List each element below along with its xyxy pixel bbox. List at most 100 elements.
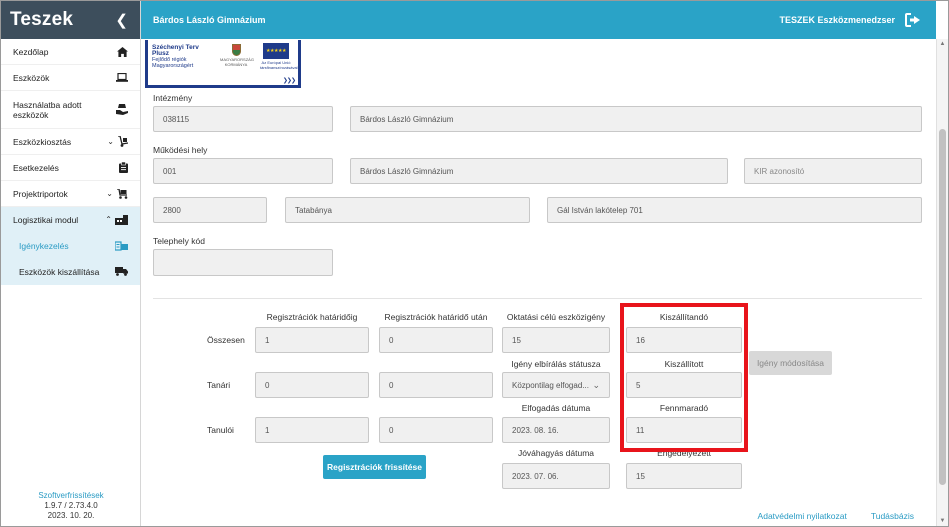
city-field: Tatabánya (285, 197, 530, 223)
street-value: Gál István lakótelep 701 (557, 205, 643, 215)
jovahagyas-datum-label: Jóváhagyás dátuma (517, 448, 595, 458)
intezmeny-code-field: 038115 (153, 106, 333, 132)
sidebar-item-label: Igénykezelés (19, 240, 69, 251)
kiszallitando-value: 16 (636, 335, 645, 345)
warehouse-icon (115, 214, 128, 225)
chevron-left-icon[interactable]: ❮ (115, 11, 128, 29)
tanuloi-hatarido-utan-value: 0 (389, 425, 394, 435)
chevron-down-icon: ⌄ (106, 189, 113, 198)
osszesen-hatarido-utan-value: 0 (389, 335, 394, 345)
kiszallitott-value: 5 (636, 380, 641, 390)
row-label-tanuloi: Tanulói (207, 425, 234, 435)
elfogadas-datum-field: 2023. 08. 16. (502, 417, 610, 443)
vertical-scrollbar[interactable]: ▲ ▼ (936, 39, 948, 526)
osszesen-hataridoig-value: 1 (265, 335, 270, 345)
telephely-kod-field (153, 249, 333, 276)
osszesen-hataridoig-field: 1 (255, 327, 369, 353)
engedelyezett-field: 15 (626, 463, 742, 489)
tanari-hatarido-utan-value: 0 (389, 380, 394, 390)
intezmeny-label: Intézmény (153, 93, 193, 103)
sidebar-item-hasznalatba-adott[interactable]: Használatba adott eszközök (1, 91, 140, 129)
sidebar-item-label: Eszközök kiszállítása (19, 266, 100, 277)
street-field: Gál István lakótelep 701 (547, 197, 922, 223)
tanari-hataridoig-field: 0 (255, 372, 369, 398)
privacy-link[interactable]: Adatvédelmi nyilatkozat (758, 511, 847, 521)
tanuloi-hatarido-utan-field: 0 (379, 417, 493, 443)
main-content: Széchenyi Terv Plusz Fejlődő régiók Magy… (141, 39, 936, 526)
sidebar-item-label: Használatba adott eszközök (13, 99, 82, 120)
engedelyezett-value: 15 (636, 471, 645, 481)
sidebar-item-label: Eszközkiosztás (13, 136, 72, 147)
system-name: TESZEK Eszközmenedzser (779, 15, 895, 25)
mukodesi-hely-label: Működési hely (153, 145, 208, 155)
eu-flag-icon: ★★★★★ (263, 43, 289, 59)
zip-value: 2800 (163, 205, 181, 215)
sidebar-item-eszkozok-kiszallitasa[interactable]: Eszközök kiszállítása (1, 259, 140, 285)
kiszallitott-field: 5 (626, 372, 742, 398)
zip-field: 2800 (153, 197, 267, 223)
igeny-statusz-select[interactable]: Központilag elfogad... ⌄ (502, 372, 610, 398)
row-label-osszesen: Összesen (207, 335, 245, 345)
mukodesi-hely-code-value: 001 (163, 166, 177, 176)
igeny-statusz-value: Központilag elfogad... (512, 380, 589, 390)
refresh-registrations-button[interactable]: Regisztrációk frissítése (323, 455, 426, 479)
brand-bar: Teszek ❮ (1, 1, 140, 39)
mukodesi-hely-name-value: Bárdos László Gimnázium (360, 166, 454, 176)
city-value: Tatabánya (295, 205, 332, 215)
version-text: 1.9.7 / 2.73.4.0 (44, 501, 98, 510)
szechenyi-logo-subtitle: Fejlődő régiók Magyarországért (152, 57, 194, 69)
eu-logo-text: Az Európai Unió társfinanszírozásával (260, 60, 298, 70)
sidebar-footer: Szoftverfrissítések 1.9.7 / 2.73.4.0 202… (1, 491, 141, 521)
intezmeny-name-field: Bárdos László Gimnázium (350, 106, 922, 132)
funding-logo-banner: Széchenyi Terv Plusz Fejlődő régiók Magy… (145, 40, 301, 88)
sidebar-item-label: Esetkezelés (13, 162, 59, 173)
jovahagyas-datum-field: 2023. 07. 06. (502, 463, 610, 489)
knowledge-base-link[interactable]: Tudásbázis (871, 511, 914, 521)
scroll-thumb[interactable] (939, 129, 946, 485)
government-logo: MAGYARORSZÁG KORMÁNYA (220, 44, 254, 67)
szechenyi-logo-title: Széchenyi Terv Plusz (152, 44, 199, 57)
eu-logo: ★★★★★ Az Európai Unió társfinanszírozásá… (260, 43, 298, 70)
dolly-icon (118, 136, 128, 147)
brand-name: Teszek (10, 9, 74, 30)
crest-icon (231, 44, 241, 56)
home-icon (117, 46, 128, 57)
sidebar-item-esetkezeles[interactable]: Esetkezelés (1, 155, 140, 181)
osszesen-hatarido-utan-field: 0 (379, 327, 493, 353)
elfogadas-datum-label: Elfogadás dátuma (521, 403, 591, 413)
intezmeny-code-value: 038115 (163, 114, 190, 124)
col-header-oktatasi-eszkozigeny: Oktatási célú eszközigény (506, 312, 606, 322)
scroll-down-icon[interactable]: ▼ (937, 518, 948, 524)
intezmeny-name-value: Bárdos László Gimnázium (360, 114, 454, 124)
logout-icon[interactable] (905, 13, 922, 27)
sidebar-item-label: Kezdőlap (13, 46, 49, 57)
government-logo-text: MAGYARORSZÁG KORMÁNYA (220, 57, 254, 67)
sidebar-item-eszkozkiosztas[interactable]: Eszközkiosztás ⌄ (1, 129, 140, 155)
mukodesi-hely-name-field: Bárdos László Gimnázium (350, 158, 728, 184)
school-name: Bárdos László Gimnázium (153, 15, 266, 25)
sidebar-item-kezdolap[interactable]: Kezdőlap (1, 39, 140, 65)
modify-request-button[interactable]: Igény módosítása (749, 351, 832, 375)
version-date: 2023. 10. 20. (47, 511, 95, 520)
laptop-icon (116, 73, 128, 82)
sidebar: Teszek ❮ Kezdőlap Eszközök Használatba a… (1, 1, 141, 526)
col-header-kiszallitando: Kiszállítandó (659, 312, 709, 322)
tanari-hataridoig-value: 0 (265, 380, 270, 390)
kir-azonosito-field[interactable]: KIR azonosító (744, 158, 922, 184)
sidebar-item-projektriportok[interactable]: Projektriportok ⌄ (1, 181, 140, 207)
kiszallitott-label: Kiszállított (664, 359, 704, 369)
col-header-hatarido-utan: Regisztrációk határidő után (384, 312, 488, 322)
banner-stripe-icon: ❯❯❯ (282, 78, 296, 84)
section-divider (153, 298, 922, 299)
fennmarado-label: Fennmaradó (659, 403, 709, 413)
osszesen-eszkozigeny-value: 15 (512, 335, 521, 345)
kiszallitando-field: 16 (626, 327, 742, 353)
report-icon (117, 188, 128, 199)
chevron-up-icon: ⌃ (105, 215, 112, 224)
sidebar-item-logisztikai-modul[interactable]: Logisztikai modul ⌃ (1, 207, 140, 233)
software-updates-link[interactable]: Szoftverfrissítések (1, 491, 141, 501)
scroll-up-icon[interactable]: ▲ (937, 41, 948, 47)
sidebar-item-eszkozok[interactable]: Eszközök (1, 65, 140, 91)
elfogadas-datum-value: 2023. 08. 16. (512, 425, 559, 435)
sidebar-item-igenykezeles[interactable]: Igénykezelés (1, 233, 140, 259)
